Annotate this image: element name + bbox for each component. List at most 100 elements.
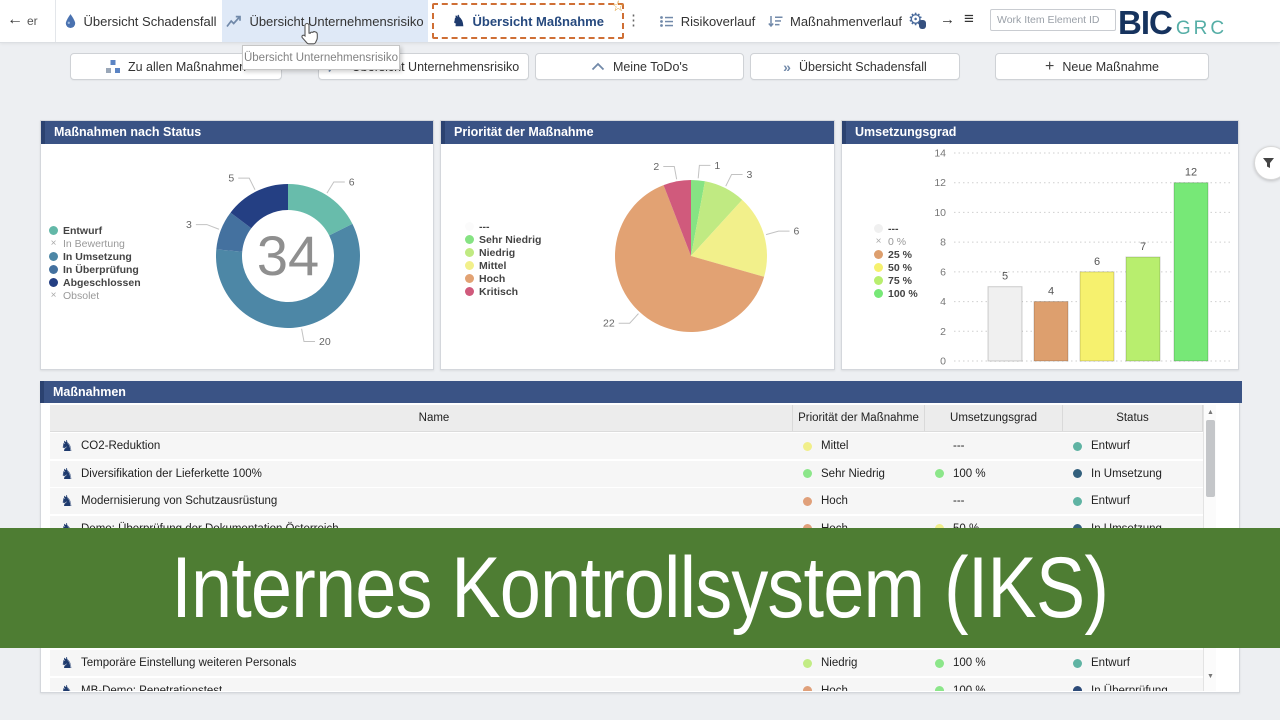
tab-label: Übersicht Schadensfall [84, 14, 217, 29]
svg-text:6: 6 [940, 266, 946, 278]
cell-label: Mittel [821, 440, 848, 452]
button-label: Neue Maßnahme [1062, 60, 1159, 74]
svg-text:3: 3 [747, 169, 753, 181]
table-panel-header: Maßnahmen [40, 381, 1242, 403]
cell-status: Entwurf [1073, 433, 1203, 459]
cell-status: In Umsetzung [1073, 461, 1203, 487]
svg-text:6: 6 [1094, 256, 1100, 268]
svg-text:20: 20 [319, 336, 331, 348]
cell-name: Modernisierung von Schutzausrüstung [81, 488, 793, 514]
cell-name: Diversifikation der Lieferkette 100% [81, 461, 793, 487]
button--bersicht-schadensfall[interactable]: »Übersicht Schadensfall [750, 53, 960, 80]
tab-ma-nahmenverlauf[interactable]: Maßnahmenverlauf [770, 0, 900, 42]
gear-badge [919, 20, 926, 29]
cell-label: Sehr Niedrig [821, 468, 885, 480]
table-row[interactable]: ♞Temporäre Einstellung weiteren Personal… [50, 650, 1203, 676]
cell-label: 100 % [953, 685, 986, 692]
trend-up-icon [226, 15, 242, 28]
back-arrow-icon[interactable]: ← [7, 11, 23, 29]
svg-text:12: 12 [934, 177, 946, 189]
scroll-down-icon[interactable]: ▼ [1204, 673, 1216, 680]
status-dot [803, 497, 812, 506]
table-row[interactable]: ♞MB-Demo: PenetrationstestHoch100 %In Üb… [50, 678, 1203, 692]
status-dot [935, 659, 944, 668]
legend-dot [49, 252, 58, 261]
legend-item[interactable]: 50 % [874, 261, 918, 274]
work-item-search-input[interactable] [990, 9, 1116, 31]
cell-name: Temporäre Einstellung weiteren Personals [81, 650, 793, 676]
forward-arrow-icon[interactable]: → [940, 11, 955, 28]
legend-label: --- [479, 221, 490, 233]
chevron-up-icon [591, 62, 605, 71]
legend-label: 25 % [888, 249, 912, 261]
legend-label: Entwurf [63, 225, 102, 237]
status-dot [803, 686, 812, 691]
knight-icon: ♞ [58, 678, 76, 692]
legend-dot [465, 235, 474, 244]
cell-priority: Hoch [803, 678, 925, 692]
legend-item[interactable]: In Umsetzung [49, 250, 141, 263]
settings-gear-icon[interactable]: ⚙ [908, 10, 923, 30]
timeline-list-icon [659, 15, 674, 28]
svg-text:2: 2 [940, 326, 946, 338]
iks-banner-text: Internes Kontrollsystem (IKS) [172, 539, 1109, 638]
legend-label: Sehr Niedrig [479, 234, 541, 246]
legend-item[interactable]: 100 % [874, 287, 918, 300]
svg-text:8: 8 [940, 237, 946, 249]
legend-item[interactable]: In Überprüfung [49, 263, 141, 276]
cell-name: CO2-Reduktion [81, 433, 793, 459]
column-header-status[interactable]: Status [1063, 405, 1203, 431]
tab--bersicht-ma-nahme[interactable]: ♞Übersicht Maßnahme☆ [432, 3, 624, 39]
column-header-name[interactable]: Name [76, 405, 793, 431]
button-neue-ma-nahme[interactable]: +Neue Maßnahme [995, 53, 1209, 80]
legend-item[interactable]: Mittel [465, 259, 541, 272]
cell-umsetzungsgrad: --- [935, 488, 1063, 514]
legend-item[interactable]: Hoch [465, 272, 541, 285]
legend-item[interactable]: 25 % [874, 248, 918, 261]
tab-label: Risikoverlauf [681, 14, 755, 29]
hamburger-menu-icon[interactable]: ≡ [964, 9, 974, 29]
table-row[interactable]: ♞CO2-ReduktionMittel---Entwurf [50, 433, 1203, 459]
scroll-up-icon[interactable]: ▲ [1204, 409, 1216, 416]
legend-item[interactable]: --- [874, 222, 918, 235]
legend-item[interactable]: 75 % [874, 274, 918, 287]
button-meine-todo-s[interactable]: Meine ToDo's [535, 53, 744, 80]
filter-fab-button[interactable] [1254, 146, 1280, 180]
cell-status: Entwurf [1073, 650, 1203, 676]
tab--bersicht-unternehmensrisiko[interactable]: Übersicht Unternehmensrisiko [222, 0, 428, 42]
tab-risikoverlauf[interactable]: Risikoverlauf [645, 0, 769, 42]
filter-funnel-icon [1262, 157, 1275, 169]
status-dot [1073, 442, 1082, 451]
legend-label: Niedrig [479, 247, 515, 259]
table-row[interactable]: ♞Diversifikation der Lieferkette 100%Seh… [50, 461, 1203, 487]
iks-banner: Internes Kontrollsystem (IKS) [0, 528, 1280, 648]
favorite-star-icon[interactable]: ☆ [612, 0, 625, 15]
status-dot [935, 469, 944, 478]
legend-item[interactable]: Niedrig [465, 246, 541, 259]
logo-secondary: GRC [1176, 18, 1227, 40]
column-header-umsetzungsgrad[interactable]: Umsetzungsgrad [925, 405, 1063, 431]
cell-status: Entwurf [1073, 488, 1203, 514]
truncated-label: er [27, 14, 38, 28]
legend-item[interactable]: --- [465, 220, 541, 233]
legend-item[interactable]: Kritisch [465, 285, 541, 298]
scrollbar-thumb[interactable] [1206, 420, 1215, 497]
legend-item[interactable]: Entwurf [49, 224, 141, 237]
tab-label: Maßnahmenverlauf [790, 14, 902, 29]
legend-item[interactable]: ×In Bewertung [49, 237, 141, 250]
legend-item[interactable]: Sehr Niedrig [465, 233, 541, 246]
tab--bersicht-schadensfall[interactable]: Übersicht Schadensfall [60, 0, 220, 42]
column-header-priorit-t-der-ma-nahme[interactable]: Priorität der Maßnahme [793, 405, 925, 431]
legend-dot [465, 287, 474, 296]
legend-label: Kritisch [479, 286, 518, 298]
tooltip: Übersicht Unternehmensrisiko [242, 45, 400, 70]
legend-item[interactable]: Abgeschlossen [49, 276, 141, 289]
svg-text:0: 0 [940, 356, 946, 368]
overflow-dots-icon[interactable]: ⋮ [626, 11, 641, 29]
legend-item[interactable]: ×Obsolet [49, 289, 141, 302]
cell-label: Entwurf [1091, 495, 1130, 507]
table-row[interactable]: ♞Modernisierung von SchutzausrüstungHoch… [50, 488, 1203, 514]
legend-item[interactable]: ×0 % [874, 235, 918, 248]
panel-massnahmen-nach-status: Maßnahmen nach Status 6203534Entwurf×In … [40, 120, 434, 370]
svg-text:6: 6 [349, 177, 355, 189]
